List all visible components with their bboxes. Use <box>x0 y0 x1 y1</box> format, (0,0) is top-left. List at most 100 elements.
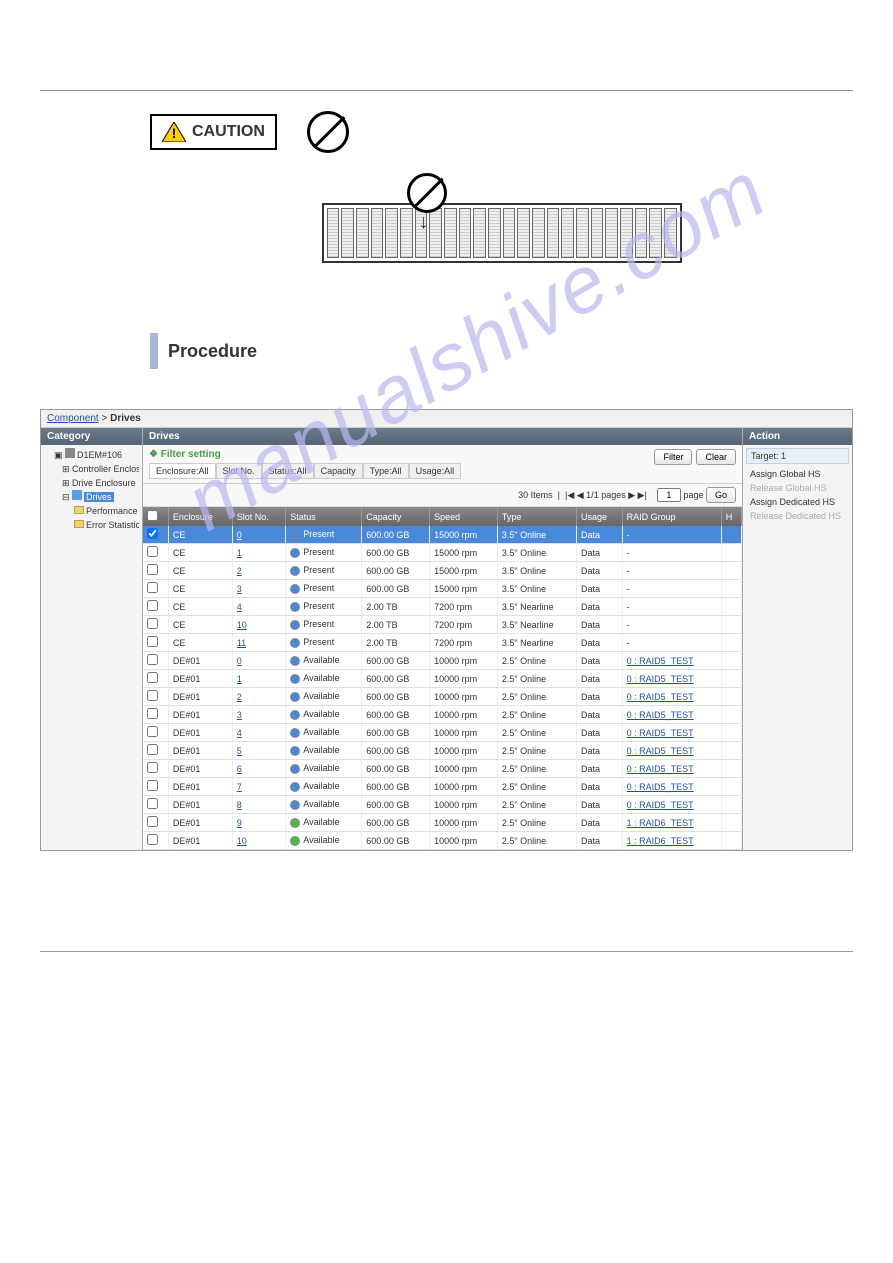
row-checkbox[interactable] <box>147 618 158 629</box>
row-checkbox[interactable] <box>147 564 158 575</box>
slot-link[interactable]: 0 <box>237 656 242 666</box>
slot-link[interactable]: 5 <box>237 746 242 756</box>
col-capacity[interactable]: Capacity <box>362 507 430 526</box>
row-checkbox[interactable] <box>147 834 158 845</box>
table-row[interactable]: DE#016Available600.00 GB10000 rpm2.5" On… <box>143 760 742 778</box>
raid-link[interactable]: 0 : RAID5_TEST <box>627 692 694 702</box>
col-status[interactable]: Status <box>286 507 362 526</box>
slot-link[interactable]: 3 <box>237 584 242 594</box>
slot-link[interactable]: 6 <box>237 764 242 774</box>
slot-link[interactable]: 11 <box>237 638 246 648</box>
slot-link[interactable]: 1 <box>237 548 242 558</box>
table-row[interactable]: CE10Present2.00 TB7200 rpm3.5" NearlineD… <box>143 616 742 634</box>
row-checkbox[interactable] <box>147 744 158 755</box>
tree-drive-enclosure[interactable]: ⊞ Drive Enclosure <box>44 476 139 490</box>
slot-link[interactable]: 7 <box>237 782 242 792</box>
col-speed[interactable]: Speed <box>430 507 498 526</box>
breadcrumb-root[interactable]: Component <box>47 413 99 424</box>
table-row[interactable]: DE#013Available600.00 GB10000 rpm2.5" On… <box>143 706 742 724</box>
tree-controller-enclosure[interactable]: ⊞ Controller Enclosure <box>44 462 139 476</box>
table-row[interactable]: DE#014Available600.00 GB10000 rpm2.5" On… <box>143 724 742 742</box>
row-checkbox[interactable] <box>147 582 158 593</box>
table-row[interactable]: DE#012Available600.00 GB10000 rpm2.5" On… <box>143 688 742 706</box>
col-checkbox[interactable] <box>143 507 168 526</box>
raid-link[interactable]: 0 : RAID5_TEST <box>627 800 694 810</box>
action-link[interactable]: Assign Dedicated HS <box>746 495 849 509</box>
pager-nav[interactable]: |◀ ◀ 1/1 pages ▶ ▶| <box>565 490 647 500</box>
table-row[interactable]: CE3Present600.00 GB15000 rpm3.5" OnlineD… <box>143 580 742 598</box>
col-slot[interactable]: Slot No. <box>232 507 285 526</box>
table-row[interactable]: CE2Present600.00 GB15000 rpm3.5" OnlineD… <box>143 562 742 580</box>
col-usage[interactable]: Usage <box>577 507 623 526</box>
slot-link[interactable]: 2 <box>237 566 242 576</box>
row-checkbox[interactable] <box>147 798 158 809</box>
cell-enclosure: CE <box>168 544 232 562</box>
row-checkbox[interactable] <box>147 762 158 773</box>
table-row[interactable]: DE#019Available600.00 GB10000 rpm2.5" On… <box>143 814 742 832</box>
row-checkbox[interactable] <box>147 690 158 701</box>
go-button[interactable]: Go <box>706 487 736 503</box>
cell-h <box>721 616 741 634</box>
raid-link[interactable]: 0 : RAID5_TEST <box>627 656 694 666</box>
raid-link[interactable]: 0 : RAID5_TEST <box>627 746 694 756</box>
filter-tab-type[interactable]: Type:All <box>363 463 409 479</box>
row-checkbox[interactable] <box>147 546 158 557</box>
slot-link[interactable]: 10 <box>237 836 247 846</box>
cell-speed: 10000 rpm <box>430 814 498 832</box>
raid-link[interactable]: 0 : RAID5_TEST <box>627 782 694 792</box>
filter-tab-enclosure[interactable]: Enclosure:All <box>149 463 216 479</box>
slot-link[interactable]: 4 <box>237 728 242 738</box>
slot-link[interactable]: 3 <box>237 710 242 720</box>
raid-link[interactable]: 1 : RAID6_TEST <box>627 836 694 846</box>
row-checkbox[interactable] <box>147 780 158 791</box>
col-enclosure[interactable]: Enclosure <box>168 507 232 526</box>
raid-link[interactable]: 0 : RAID5_TEST <box>627 764 694 774</box>
table-row[interactable]: DE#010Available600.00 GB10000 rpm2.5" On… <box>143 652 742 670</box>
slot-link[interactable]: 10 <box>237 620 247 630</box>
cell-type: 2.5" Online <box>497 760 576 778</box>
slot-link[interactable]: 2 <box>237 692 242 702</box>
slot-link[interactable]: 8 <box>237 800 242 810</box>
row-checkbox[interactable] <box>147 654 158 665</box>
tree-performance[interactable]: Performance <box>44 504 139 518</box>
raid-link[interactable]: 0 : RAID5_TEST <box>627 728 694 738</box>
table-row[interactable]: DE#015Available600.00 GB10000 rpm2.5" On… <box>143 742 742 760</box>
slot-link[interactable]: 0 <box>237 530 242 540</box>
row-checkbox[interactable] <box>147 726 158 737</box>
table-row[interactable]: CE11Present2.00 TB7200 rpm3.5" NearlineD… <box>143 634 742 652</box>
filter-tab-capacity[interactable]: Capacity <box>314 463 363 479</box>
table-row[interactable]: CE0Present600.00 GB15000 rpm3.5" OnlineD… <box>143 526 742 544</box>
table-row[interactable]: CE4Present2.00 TB7200 rpm3.5" NearlineDa… <box>143 598 742 616</box>
clear-button[interactable]: Clear <box>696 449 736 465</box>
filter-tab-usage[interactable]: Usage:All <box>409 463 462 479</box>
slot-link[interactable]: 1 <box>237 674 242 684</box>
filter-button[interactable]: Filter <box>654 449 692 465</box>
slot-link[interactable]: 4 <box>237 602 242 612</box>
action-link[interactable]: Assign Global HS <box>746 467 849 481</box>
row-checkbox[interactable] <box>147 816 158 827</box>
table-row[interactable]: DE#018Available600.00 GB10000 rpm2.5" On… <box>143 796 742 814</box>
table-row[interactable]: DE#0110Available600.00 GB10000 rpm2.5" O… <box>143 832 742 850</box>
row-checkbox[interactable] <box>147 636 158 647</box>
slot-link[interactable]: 9 <box>237 818 242 828</box>
row-checkbox[interactable] <box>147 600 158 611</box>
table-row[interactable]: CE1Present600.00 GB15000 rpm3.5" OnlineD… <box>143 544 742 562</box>
tree-error-statistics[interactable]: Error Statistics <box>44 518 139 532</box>
row-checkbox[interactable] <box>147 672 158 683</box>
row-checkbox[interactable] <box>147 528 158 539</box>
col-h[interactable]: H <box>721 507 741 526</box>
filter-tab-slot[interactable]: Slot No. <box>216 463 262 479</box>
select-all-checkbox[interactable] <box>147 510 158 521</box>
col-raid[interactable]: RAID Group <box>622 507 721 526</box>
table-row[interactable]: DE#017Available600.00 GB10000 rpm2.5" On… <box>143 778 742 796</box>
raid-link[interactable]: 1 : RAID6_TEST <box>627 818 694 828</box>
table-row[interactable]: DE#011Available600.00 GB10000 rpm2.5" On… <box>143 670 742 688</box>
raid-link[interactable]: 0 : RAID5_TEST <box>627 674 694 684</box>
raid-link[interactable]: 0 : RAID5_TEST <box>627 710 694 720</box>
filter-tab-status[interactable]: Status:All <box>262 463 314 479</box>
col-type[interactable]: Type <box>497 507 576 526</box>
row-checkbox[interactable] <box>147 708 158 719</box>
tree-device[interactable]: ▣ D1EM#106 <box>44 448 139 462</box>
page-input[interactable] <box>657 488 681 502</box>
tree-drives[interactable]: ⊟ Drives <box>44 490 139 504</box>
